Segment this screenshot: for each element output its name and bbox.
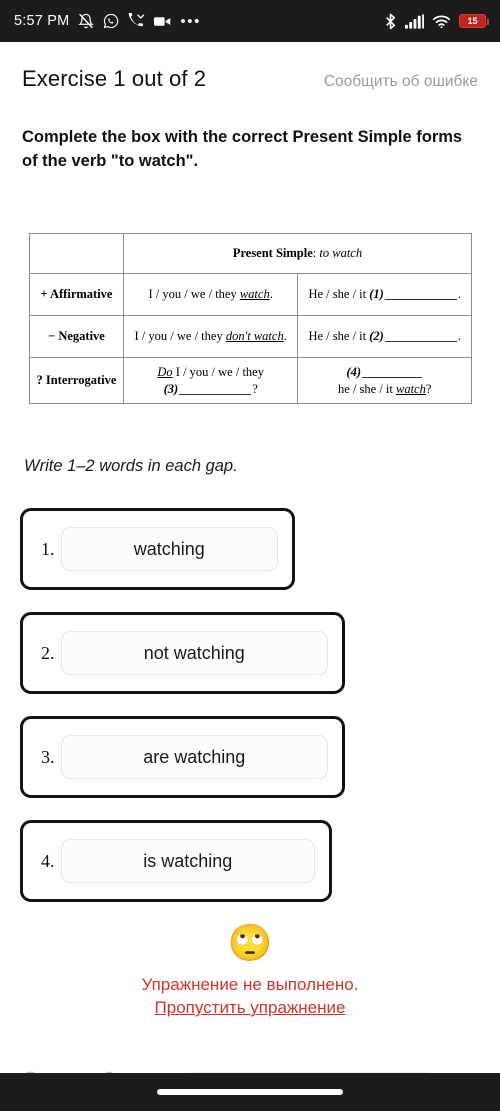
- gap-instruction: Write 1–2 words in each gap.: [24, 457, 238, 475]
- row-label-interrogative: ? Interrogative: [29, 357, 124, 404]
- plural-rest: I / you / we / they: [172, 364, 264, 379]
- cell-interrogative-plural: Do I / you / we / they (3)?: [122, 357, 299, 404]
- table-header-cell: Present Simple: to watch: [122, 233, 473, 274]
- sing-verb: watch: [396, 381, 426, 396]
- row-label-affirmative: + Affirmative: [29, 273, 124, 316]
- whatsapp-icon: [103, 13, 119, 29]
- tense-verb: to watch: [319, 246, 363, 261]
- status-time: 5:57 PM: [14, 13, 70, 29]
- cell-negative-plural: I / you / we / they don't watch.: [122, 315, 299, 358]
- sing-post: ?: [425, 381, 432, 396]
- exercise-prompt: Complete the box with the correct Presen…: [22, 128, 463, 170]
- wifi-icon: [432, 14, 451, 29]
- answer-input-3[interactable]: are watching: [60, 735, 328, 779]
- answer-number-3: 3.: [41, 746, 55, 767]
- plural-verb: don't watch: [225, 329, 284, 344]
- sing-rest-pre: he / she / it: [338, 381, 396, 396]
- page-title: Exercise 1 out of 2: [22, 66, 207, 91]
- answer-box-2[interactable]: 2. not watching: [20, 612, 345, 694]
- app-screen: 5:57 PM ••• 15 Exercise 1 out of 2 Сообщ…: [0, 0, 500, 1111]
- plural-post: ?: [252, 381, 258, 396]
- report-error-link[interactable]: Сообщить об ошибке: [324, 73, 478, 91]
- sing-post: .: [457, 329, 461, 344]
- answer-number-1: 1.: [41, 538, 55, 559]
- gap-number-2: (2): [369, 329, 384, 344]
- gap-number-4: (4): [346, 364, 361, 379]
- battery-level: 15: [467, 15, 478, 26]
- sing-post: .: [457, 287, 461, 302]
- cell-interrogative-singular: (4) he / she / it watch?: [297, 357, 472, 404]
- feedback-message: Упражнение не выполнено.: [141, 975, 359, 994]
- cell-affirmative-singular: He / she / it (1).: [297, 273, 472, 316]
- status-bar-right: 15: [384, 13, 489, 30]
- gap-number-3: (3): [163, 381, 179, 396]
- gap-blank-2: [384, 341, 457, 343]
- status-bar: 5:57 PM ••• 15: [0, 0, 500, 42]
- gap-blank-3: [179, 393, 252, 395]
- battery-icon: 15: [459, 14, 489, 28]
- table-corner-cell: [29, 233, 124, 274]
- gap-blank-1: [384, 299, 457, 301]
- table-row-header: Present Simple: to watch: [29, 233, 473, 274]
- sing-pre: He / she / it: [308, 287, 370, 302]
- plural-post: .: [283, 329, 287, 344]
- table-row: ? Interrogative Do I / you / we / they (…: [29, 357, 472, 404]
- bluetooth-icon: [384, 13, 397, 30]
- sing-pre: He / she / it: [308, 329, 370, 344]
- android-nav-bar: [0, 1073, 500, 1111]
- more-icon: •••: [180, 12, 201, 30]
- answer-input-1[interactable]: watching: [60, 527, 278, 571]
- table-row: + Affirmative I / you / we / they watch.…: [29, 273, 472, 316]
- answer-input-2[interactable]: not watching: [60, 631, 328, 675]
- status-bar-left: 5:57 PM •••: [14, 12, 201, 30]
- aux-do: Do: [157, 364, 173, 379]
- cellular-signal-icon: [405, 13, 424, 29]
- home-indicator[interactable]: [157, 1089, 343, 1095]
- feedback-section: 🙄 Упражнение не выполнено. Пропустить уп…: [0, 925, 500, 1018]
- answer-box-4[interactable]: 4. is watching: [20, 820, 332, 902]
- answers-list: 1. watching 2. not watching 3. are watch…: [0, 508, 500, 924]
- cell-negative-singular: He / she / it (2).: [297, 315, 472, 358]
- answer-box-1[interactable]: 1. watching: [20, 508, 295, 590]
- answer-input-4[interactable]: is watching: [60, 839, 315, 883]
- skip-exercise-link[interactable]: Пропустить упражнение: [0, 998, 500, 1018]
- table-row: − Negative I / you / we / they don't wat…: [29, 315, 472, 358]
- bell-muted-icon: [78, 13, 95, 29]
- gap-blank-4: [362, 376, 422, 378]
- grammar-table: Present Simple: to watch + Affirmative I…: [29, 233, 473, 404]
- answer-number-2: 2.: [41, 642, 55, 663]
- eye-roll-emoji: 🙄: [227, 922, 273, 963]
- answer-box-3[interactable]: 3. are watching: [20, 716, 345, 798]
- gap-number-1: (1): [369, 287, 384, 302]
- exercise-header: Exercise 1 out of 2 Сообщить об ошибке: [0, 42, 500, 92]
- row-label-negative: − Negative: [29, 315, 124, 358]
- video-camera-icon: [154, 15, 171, 28]
- answer-number-4: 4.: [41, 850, 55, 871]
- missed-call-icon: [128, 12, 145, 30]
- plural-pre: I / you / we / they: [148, 287, 240, 302]
- plural-pre: I / you / we / they: [134, 329, 226, 344]
- plural-verb: watch: [239, 287, 270, 302]
- cell-affirmative-plural: I / you / we / they watch.: [122, 273, 299, 316]
- tense-name: Present Simple: [232, 246, 313, 261]
- plural-post: .: [269, 287, 273, 302]
